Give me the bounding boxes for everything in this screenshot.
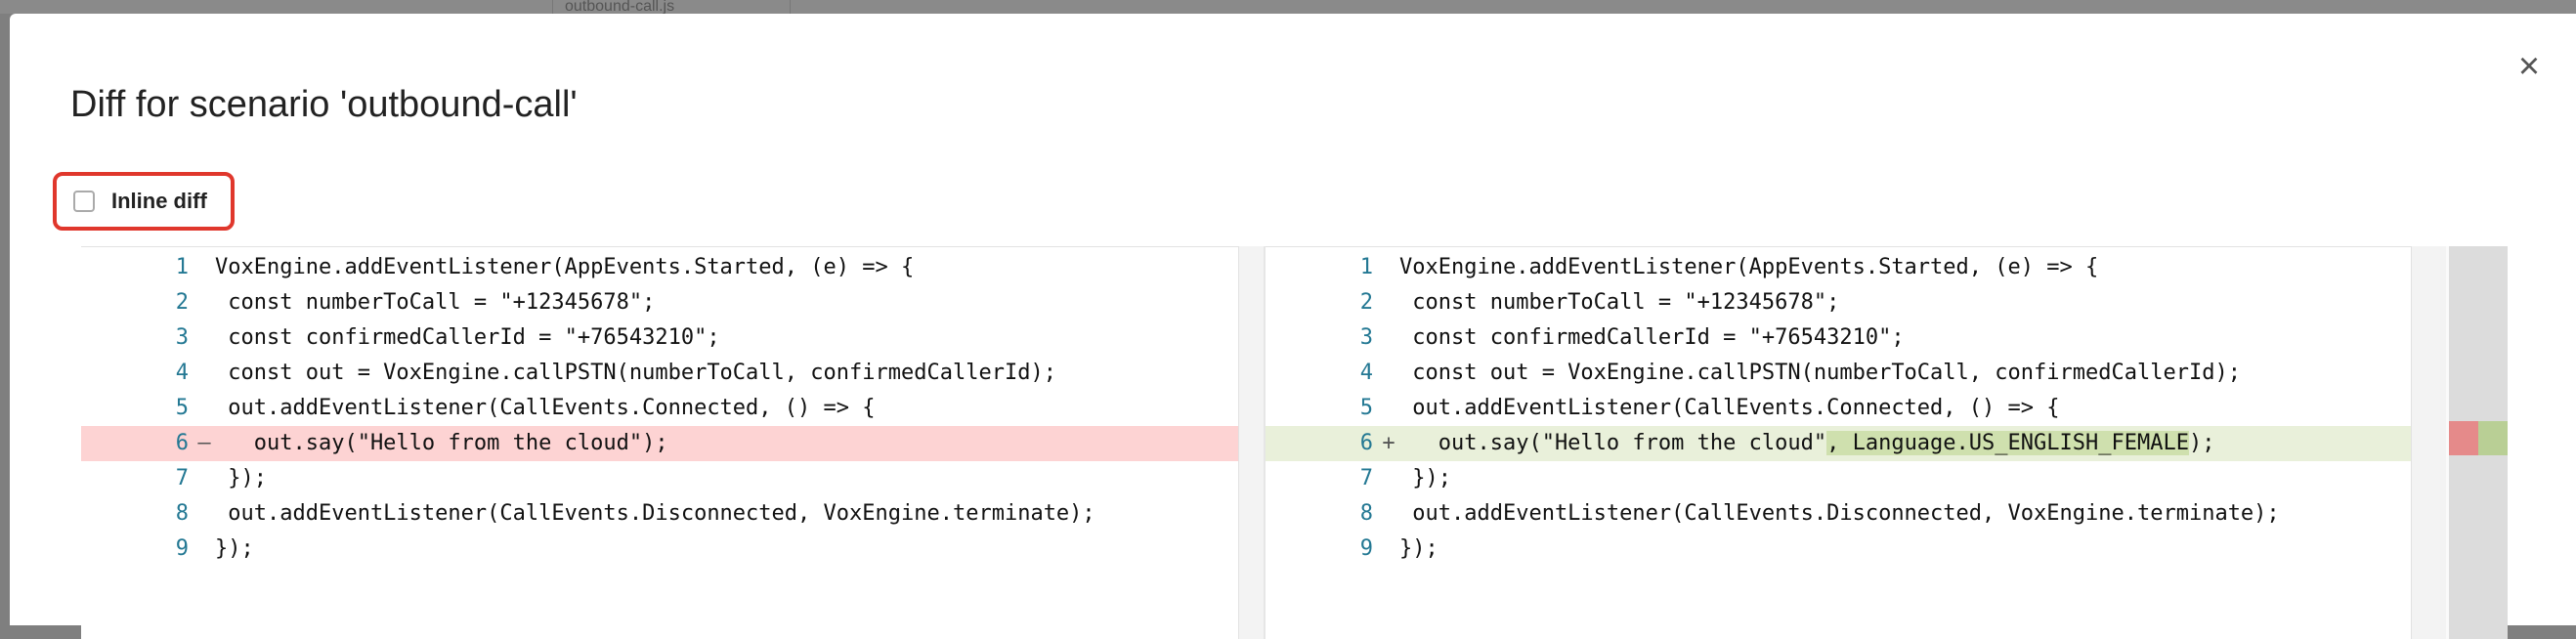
line-number: 5: [1359, 396, 1373, 420]
insertion-marker: +: [1382, 431, 1395, 455]
modified-code-line[interactable]: 5 out.addEventListener(CallEvents.Connec…: [1266, 391, 2411, 426]
modified-code-line[interactable]: 9});: [1266, 532, 2411, 567]
line-number: 1: [175, 255, 189, 279]
code-text[interactable]: const out = VoxEngine.callPSTN(numberToC…: [215, 356, 1056, 391]
line-number: 8: [1359, 501, 1373, 526]
diff-dialog: × Diff for scenario 'outbound-call' Inli…: [10, 14, 2576, 639]
line-number: 3: [1359, 325, 1373, 350]
code-text[interactable]: out.addEventListener(CallEvents.Disconne…: [215, 496, 1095, 532]
line-number: 2: [1359, 290, 1373, 315]
original-code-line[interactable]: 1 VoxEngine.addEventListener(AppEvents.St…: [81, 250, 1238, 285]
code-text[interactable]: out.say("Hello from the cloud");: [215, 426, 668, 461]
code-text[interactable]: out.say("Hello from the cloud", Language…: [1399, 426, 2214, 461]
modified-code-line[interactable]: 2 const numberToCall = "+12345678";: [1266, 285, 2411, 320]
code-text[interactable]: out.addEventListener(CallEvents.Connecte…: [215, 391, 875, 426]
original-code-line[interactable]: 3 const confirmedCallerId = "+76543210";: [81, 320, 1238, 356]
original-code-line[interactable]: 9});: [81, 532, 1238, 567]
original-code-line[interactable]: 7 });: [81, 461, 1238, 496]
background-toolbar: outbound-call.js: [0, 0, 2576, 14]
modified-code-line[interactable]: 3 const confirmedCallerId = "+76543210";: [1266, 320, 2411, 356]
ruler-deletion-marker: [2449, 421, 2478, 455]
code-text[interactable]: out.addEventListener(CallEvents.Disconne…: [1399, 496, 2279, 532]
original-code-line[interactable]: 8 out.addEventListener(CallEvents.Discon…: [81, 496, 1238, 532]
deletion-marker: –: [197, 431, 211, 455]
line-number: 4: [175, 361, 189, 385]
code-text[interactable]: });: [215, 461, 267, 496]
code-text[interactable]: });: [1399, 461, 1451, 496]
code-text[interactable]: out.addEventListener(CallEvents.Connecte…: [1399, 391, 2059, 426]
code-text[interactable]: const confirmedCallerId = "+76543210";: [1399, 320, 1904, 356]
close-icon[interactable]: ×: [2512, 48, 2547, 85]
line-number: 6: [1359, 431, 1373, 455]
code-text[interactable]: });: [1399, 532, 1438, 567]
line-number: 7: [1359, 466, 1373, 490]
line-number: 1: [1359, 255, 1373, 279]
inline-diff-checkbox[interactable]: [73, 191, 95, 212]
code-text[interactable]: const numberToCall = "+12345678";: [1399, 285, 1839, 320]
diff-editor: 1 VoxEngine.addEventListener(AppEvents.St…: [81, 246, 2508, 639]
modified-pane[interactable]: 1 VoxEngine.addEventListener(AppEvents.St…: [1264, 246, 2446, 639]
original-code-line[interactable]: 2 const numberToCall = "+12345678";: [81, 285, 1238, 320]
inline-diff-label[interactable]: Inline diff: [111, 189, 207, 214]
line-number: 8: [175, 501, 189, 526]
ruler-insertion-marker: [2478, 421, 2508, 455]
modified-code-line[interactable]: 4 const out = VoxEngine.callPSTN(numberT…: [1266, 356, 2411, 391]
modified-code-line[interactable]: 1 VoxEngine.addEventListener(AppEvents.St…: [1266, 250, 2411, 285]
code-text[interactable]: const confirmedCallerId = "+76543210";: [215, 320, 719, 356]
inline-diff-toggle[interactable]: Inline diff: [53, 172, 235, 231]
diff-overview-ruler[interactable]: [2449, 246, 2508, 639]
code-text[interactable]: VoxEngine.addEventListener(AppEvents.Sta…: [215, 250, 914, 285]
code-text[interactable]: const out = VoxEngine.callPSTN(numberToC…: [1399, 356, 2241, 391]
original-pane[interactable]: 1 VoxEngine.addEventListener(AppEvents.St…: [81, 246, 1264, 639]
pane-border: [1266, 246, 2446, 247]
original-scrollbar[interactable]: [1238, 246, 1264, 639]
modified-code-line[interactable]: 6 + out.say("Hello from the cloud", Langu…: [1266, 426, 2411, 461]
original-code-line[interactable]: 5 out.addEventListener(CallEvents.Connec…: [81, 391, 1238, 426]
line-number: 9: [175, 536, 189, 561]
code-text[interactable]: });: [215, 532, 254, 567]
pane-border: [81, 246, 1264, 247]
line-number: 6: [175, 431, 189, 455]
modified-code-line[interactable]: 7 });: [1266, 461, 2411, 496]
code-text[interactable]: const numberToCall = "+12345678";: [215, 285, 655, 320]
background-file-tab: outbound-call.js: [552, 0, 791, 14]
line-number: 9: [1359, 536, 1373, 561]
changed-text-highlight: , Language.US_ENGLISH_FEMALE: [1826, 431, 2189, 455]
line-number: 3: [175, 325, 189, 350]
code-text[interactable]: VoxEngine.addEventListener(AppEvents.Sta…: [1399, 250, 2098, 285]
line-number: 7: [175, 466, 189, 490]
original-code-line[interactable]: 4 const out = VoxEngine.callPSTN(numberT…: [81, 356, 1238, 391]
line-number: 4: [1359, 361, 1373, 385]
modified-scrollbar[interactable]: [2411, 246, 2446, 639]
line-number: 2: [175, 290, 189, 315]
line-number: 5: [175, 396, 189, 420]
original-code-line[interactable]: 6– out.say("Hello from the cloud");: [81, 426, 1238, 461]
dialog-title: Diff for scenario 'outbound-call': [70, 84, 578, 125]
modified-code-line[interactable]: 8 out.addEventListener(CallEvents.Discon…: [1266, 496, 2411, 532]
